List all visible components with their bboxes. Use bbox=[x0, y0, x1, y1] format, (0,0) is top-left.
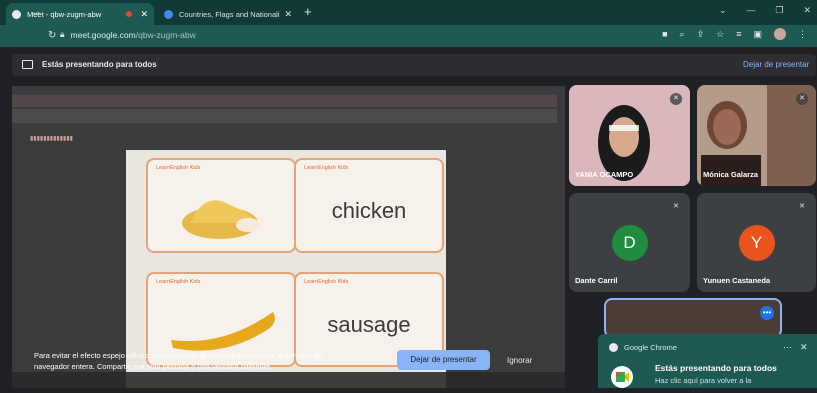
close-icon[interactable]: ✕ bbox=[800, 342, 808, 353]
present-screen-icon bbox=[22, 60, 33, 69]
zoom-icon[interactable]: ⌕ bbox=[680, 29, 685, 40]
roast-chicken-image bbox=[182, 200, 260, 239]
back-icon[interactable]: ← bbox=[10, 4, 22, 18]
participant-avatar: Y bbox=[738, 224, 775, 261]
participant-name: YANIA OCAMPO bbox=[575, 170, 634, 179]
mic-off-icon: ✕ bbox=[670, 93, 682, 105]
profile-avatar[interactable] bbox=[774, 28, 786, 40]
notification-controls: ··· ✕ bbox=[783, 342, 808, 353]
notification-text: Haz clic aquí para volver a la bbox=[655, 376, 752, 385]
stop-presenting-link[interactable]: Dejar de presentar bbox=[743, 60, 809, 69]
participant-name: Dante Carril bbox=[575, 276, 618, 285]
notification-header: Google Chrome bbox=[609, 343, 677, 352]
url-domain: meet.google.com bbox=[70, 29, 136, 40]
notification-title: Estás presentando para todos bbox=[655, 363, 777, 373]
site-favicon-icon bbox=[164, 9, 173, 19]
mic-off-icon: ✕ bbox=[796, 93, 808, 105]
card-brand: LearnEnglish Kids bbox=[304, 165, 349, 171]
url-path: /qbw-zugm-abw bbox=[135, 29, 196, 40]
reload-icon[interactable]: ↻ bbox=[48, 29, 56, 43]
presenting-label: Estás presentando para todos bbox=[42, 60, 157, 69]
address-bar[interactable]: 🔒︎ meet.google.com/qbw-zugm-abw bbox=[60, 29, 196, 40]
new-tab-button[interactable]: + bbox=[304, 4, 312, 19]
minimize-icon[interactable]: — bbox=[746, 5, 755, 16]
mic-off-icon: ✕ bbox=[670, 201, 682, 213]
chevron-down-icon[interactable]: ⌄ bbox=[719, 5, 727, 16]
mic-off-icon: ✕ bbox=[796, 201, 808, 213]
media-control-icon[interactable]: ≡ bbox=[736, 29, 741, 39]
card-brand: LearnEnglish Kids bbox=[156, 279, 201, 285]
participant-tile[interactable]: ✕ YANIA OCAMPO bbox=[569, 85, 690, 186]
stop-presenting-button[interactable]: Dejar de presentar bbox=[397, 350, 490, 370]
card-word: chicken bbox=[331, 198, 407, 223]
card-brand: LearnEnglish Kids bbox=[304, 279, 349, 285]
card-word: sausage bbox=[327, 312, 411, 337]
tab-title: Countries, Flags and Nationalities bbox=[179, 9, 281, 19]
notification-app: Google Chrome bbox=[624, 343, 677, 352]
chrome-icon bbox=[609, 343, 618, 352]
more-options-icon[interactable]: ••• bbox=[760, 306, 774, 320]
window-controls: ⌄ — ❐ ✕ bbox=[719, 5, 811, 16]
pdf-filename: ▮▮▮▮▮▮▮▮▮▮▮▮▮ bbox=[30, 136, 73, 142]
side-panel-icon[interactable]: ▣ bbox=[753, 29, 762, 40]
shared-screen-tabs bbox=[12, 95, 557, 107]
more-icon[interactable]: ··· bbox=[783, 342, 792, 353]
card-brand: LearnEnglish Kids bbox=[156, 165, 201, 171]
recording-dot-icon bbox=[126, 11, 133, 17]
participant-tile[interactable]: ✕ Mónica Galarza bbox=[697, 85, 816, 186]
shared-screen-toolbar bbox=[12, 109, 557, 123]
tab-meet[interactable]: Meet - qbw-zugm-abw ✕ bbox=[6, 3, 154, 25]
share-icon[interactable]: ⇪ bbox=[697, 29, 705, 40]
flashcard: LearnEnglish Kids chicken bbox=[294, 158, 444, 253]
participant-name: Mónica Galarza bbox=[703, 170, 759, 179]
tab-countries[interactable]: Countries, Flags and Nationalities ✕ bbox=[158, 3, 298, 25]
participant-tile[interactable]: D ✕ Dante Carril bbox=[569, 193, 690, 292]
tab-close-icon[interactable]: ✕ bbox=[140, 9, 148, 20]
flashcard: LearnEnglish Kids bbox=[146, 158, 296, 253]
lock-icon: 🔒︎ bbox=[60, 29, 65, 39]
restore-icon[interactable]: ❐ bbox=[775, 5, 783, 16]
close-icon[interactable]: ✕ bbox=[803, 5, 811, 16]
meet-icon bbox=[611, 366, 633, 388]
shared-taskbar bbox=[12, 372, 565, 388]
bookmark-star-icon[interactable]: ☆ bbox=[716, 29, 724, 40]
self-view-tile[interactable]: ••• bbox=[604, 298, 782, 338]
participant-tile[interactable]: Y ✕ Yunuen Castaneda bbox=[697, 193, 816, 292]
sausage-image bbox=[171, 312, 275, 351]
camera-icon[interactable]: ■ bbox=[662, 29, 667, 39]
participant-avatar: D bbox=[611, 224, 648, 261]
tab-close-icon[interactable]: ✕ bbox=[284, 9, 292, 20]
infinity-mirror-hint: Para evitar el efecto espejo infinito, n… bbox=[34, 351, 324, 371]
participant-name: Yunuen Castaneda bbox=[703, 276, 771, 285]
forward-icon[interactable]: → bbox=[30, 4, 42, 18]
toolbar-icons: ■ ⌕ ⇪ ☆ ≡ ▣ ⋮ bbox=[662, 28, 807, 40]
menu-icon[interactable]: ⋮ bbox=[798, 29, 807, 40]
ignore-button[interactable]: Ignorar bbox=[507, 356, 532, 365]
